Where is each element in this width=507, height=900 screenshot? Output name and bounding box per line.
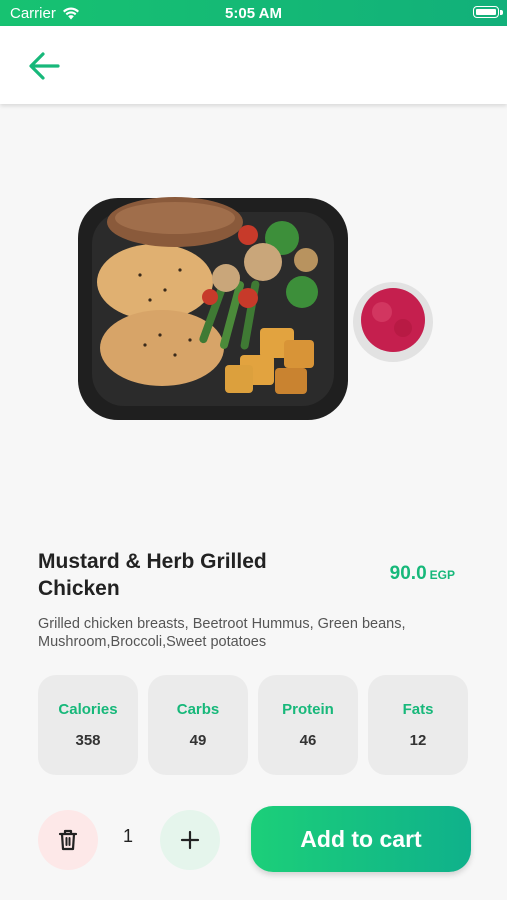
price-currency: EGP — [429, 568, 455, 582]
quantity-value: 1 — [122, 826, 133, 846]
battery-tip — [500, 10, 503, 15]
arrow-left-icon — [29, 52, 60, 80]
delete-button[interactable] — [38, 810, 98, 870]
trash-icon — [58, 829, 78, 851]
price-amount: 90.0 — [389, 563, 427, 584]
add-to-cart-button[interactable]: Add to cart — [251, 806, 471, 872]
status-time: 5:05 AM — [225, 5, 282, 22]
nutrition-card-protein: Protein 46 — [258, 675, 358, 775]
nav-bar — [0, 26, 507, 104]
nutrition-value: 358 — [75, 732, 101, 749]
nutrition-label: Carbs — [176, 701, 220, 718]
nutrition-label: Fats — [402, 701, 434, 718]
nutrition-value: 49 — [189, 732, 207, 749]
nutrition-card-fats: Fats 12 — [368, 675, 468, 775]
nutrition-label: Calories — [58, 701, 118, 718]
nutrition-card-carbs: Carbs 49 — [148, 675, 248, 775]
plus-icon — [180, 830, 200, 850]
nutrition-value: 46 — [299, 732, 317, 749]
product-description: Grilled chicken breasts, Beetroot Hummus… — [38, 616, 406, 650]
product-price: 90.0 EGP — [390, 563, 455, 585]
status-bar: Carrier 5:05 AM — [0, 0, 507, 26]
nutrition-card-calories: Calories 358 — [38, 675, 138, 775]
nutrition-cards: Calories 358 Carbs 49 Protein 46 Fats 12 — [38, 675, 468, 775]
nutrition-value: 12 — [409, 732, 427, 749]
back-button[interactable] — [24, 48, 64, 84]
increase-quantity-button[interactable] — [160, 810, 220, 870]
battery-icon — [473, 6, 499, 18]
nutrition-label: Protein — [282, 701, 334, 718]
product-title: Mustard & Herb Grilled Chicken — [38, 550, 267, 600]
product-image — [70, 180, 440, 425]
